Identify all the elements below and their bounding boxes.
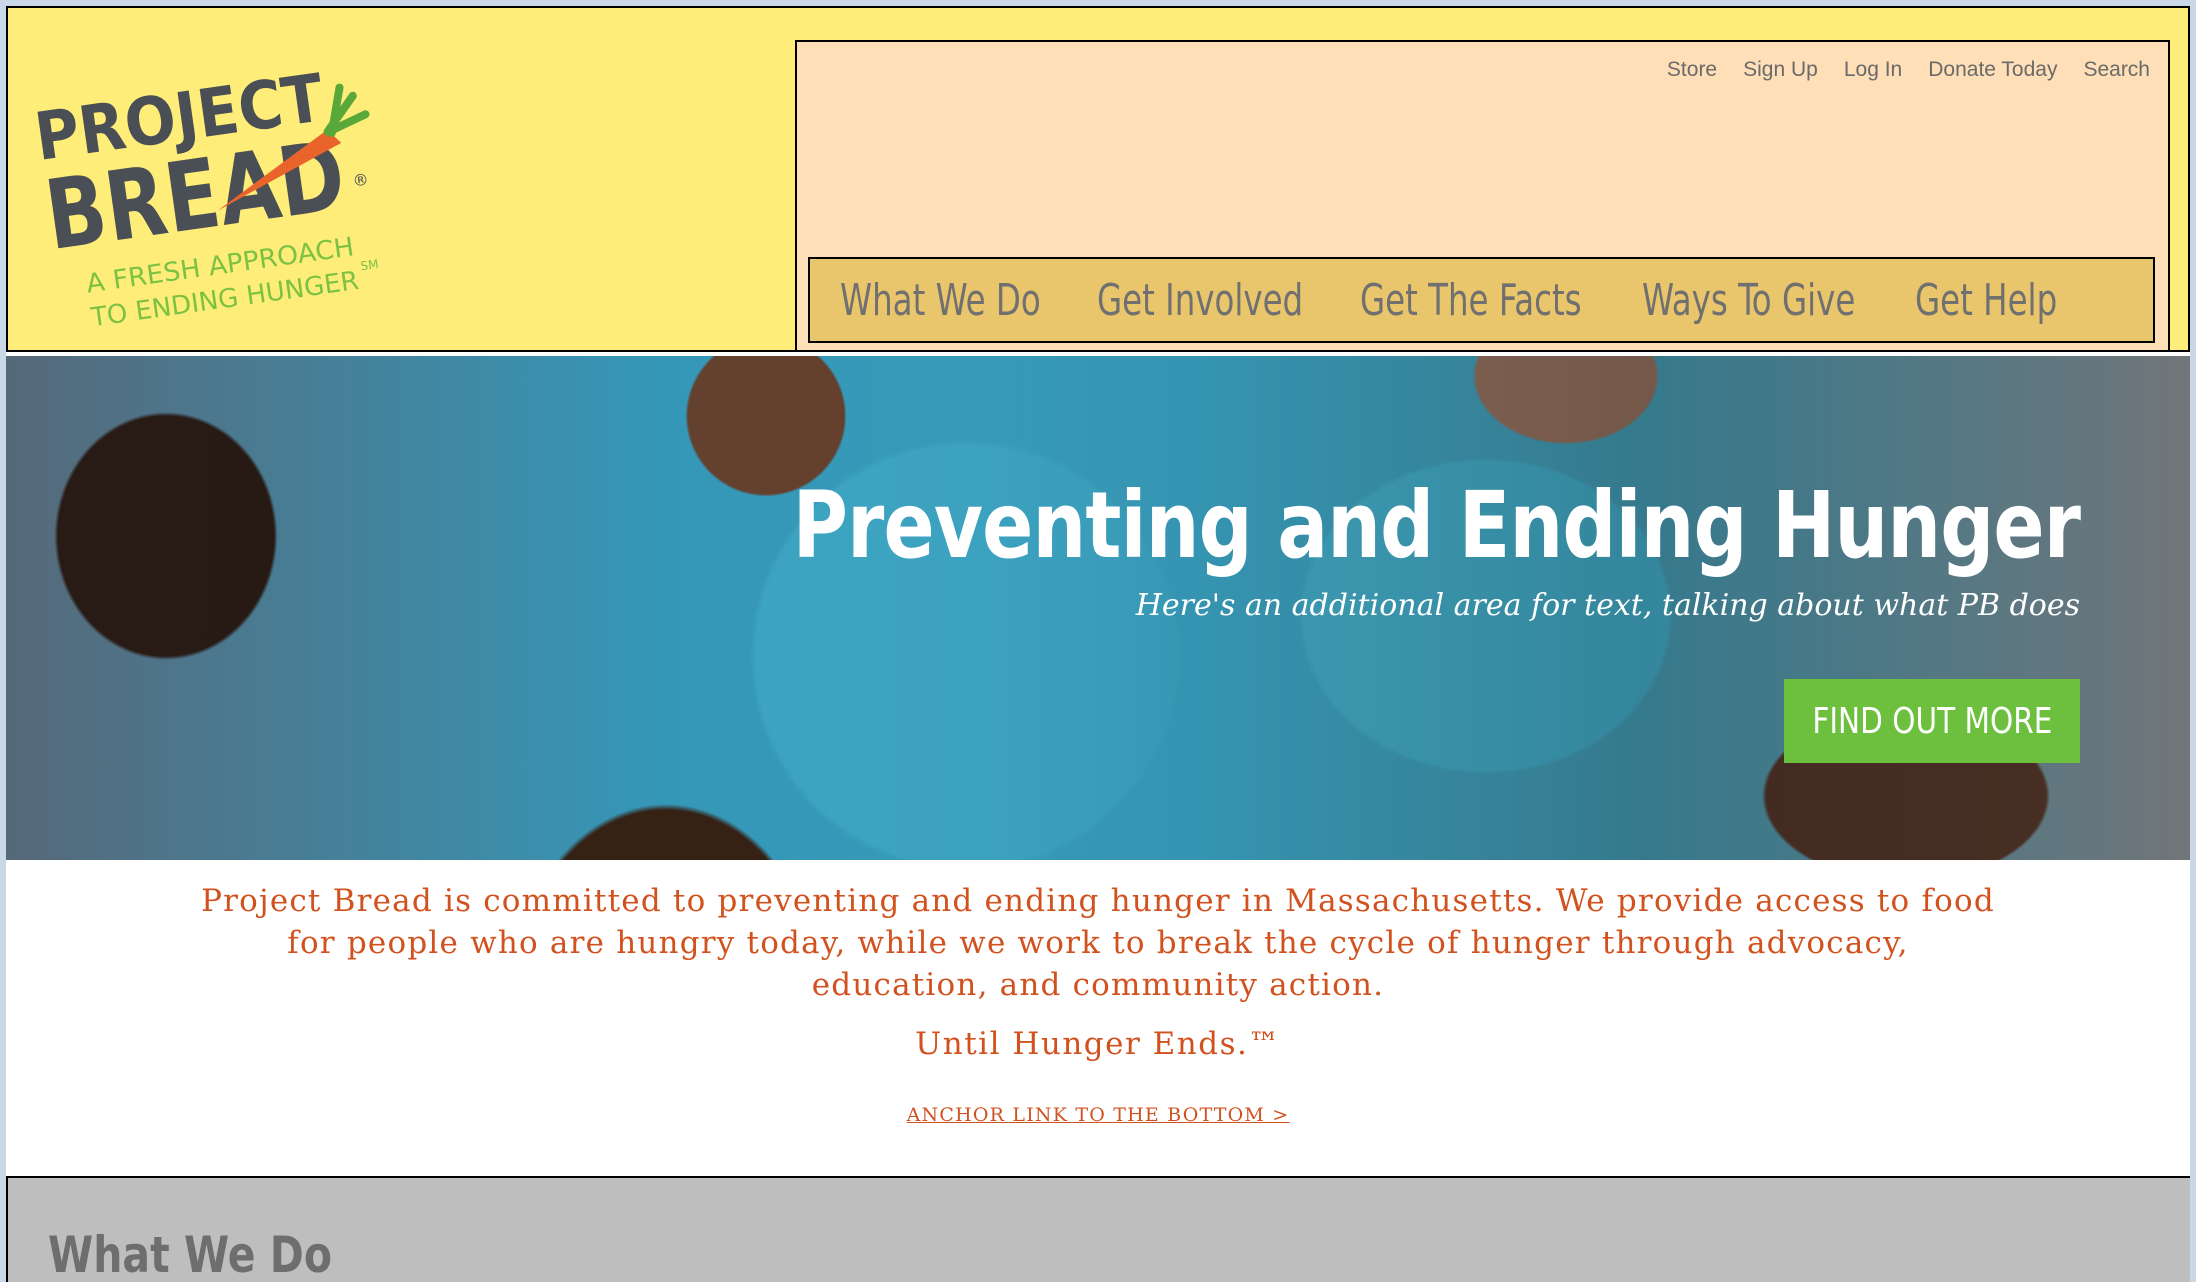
mission-statement: Project Bread is committed to preventing… <box>201 883 1995 1003</box>
site-header: PROJECT BREAD ® A FRESH APPROACH TO ENDI… <box>6 6 2190 352</box>
mission-section: Project Bread is committed to preventing… <box>6 860 2190 1176</box>
main-nav-get-help[interactable]: Get Help <box>1915 275 2057 326</box>
utility-nav-donate-today[interactable]: Donate Today <box>1928 58 2057 82</box>
hero-subtitle: Here's an additional area for text, talk… <box>1135 588 2080 623</box>
hero-banner: Preventing and Ending Hunger Here's an a… <box>6 356 2190 860</box>
main-nav: What We Do Get Involved Get The Facts Wa… <box>808 257 2155 343</box>
hero-title: Preventing and Ending Hunger <box>792 472 2080 579</box>
utility-nav-sign-up[interactable]: Sign Up <box>1743 58 1818 82</box>
logo-registered-mark: ® <box>351 170 369 191</box>
utility-nav-store[interactable]: Store <box>1667 58 1717 82</box>
main-nav-what-we-do[interactable]: What We Do <box>840 275 1041 326</box>
project-bread-logo[interactable]: PROJECT BREAD ® A FRESH APPROACH TO ENDI… <box>34 36 394 336</box>
what-we-do-section: What We Do <box>6 1176 2190 1282</box>
main-nav-get-involved[interactable]: Get Involved <box>1097 275 1303 326</box>
utility-nav: Store Sign Up Log In Donate Today Search <box>1667 58 2150 82</box>
logo-service-mark: SM <box>360 257 380 273</box>
mission-tagline: Until Hunger Ends.™ <box>915 1026 1281 1062</box>
anchor-link-bottom[interactable]: ANCHOR LINK TO THE BOTTOM > <box>6 1104 2190 1126</box>
find-out-more-label: FIND OUT MORE <box>1811 700 2053 742</box>
find-out-more-button[interactable]: FIND OUT MORE <box>1784 679 2080 763</box>
utility-nav-search[interactable]: Search <box>2083 58 2150 82</box>
main-nav-get-the-facts[interactable]: Get The Facts <box>1360 275 1582 326</box>
page: PROJECT BREAD ® A FRESH APPROACH TO ENDI… <box>6 6 2190 1282</box>
section-title: What We Do <box>48 1226 333 1282</box>
navigation-container: Store Sign Up Log In Donate Today Search… <box>795 40 2170 352</box>
utility-nav-log-in[interactable]: Log In <box>1844 58 1902 82</box>
main-nav-ways-to-give[interactable]: Ways To Give <box>1642 275 1855 326</box>
